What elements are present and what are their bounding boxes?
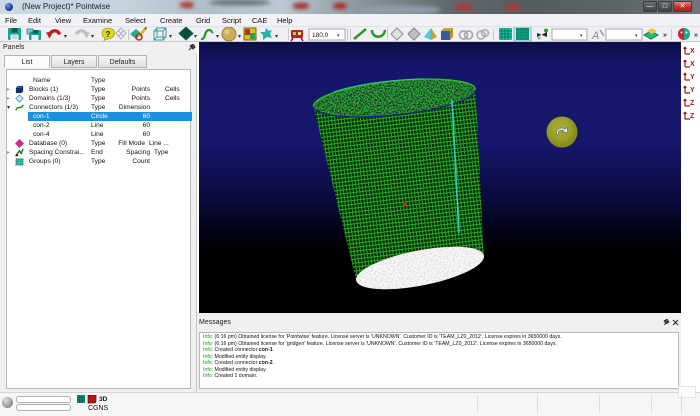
svg-text:▾: ▾ <box>169 34 172 40</box>
svg-text:Y: Y <box>690 87 695 94</box>
svg-text:180,0: 180,0 <box>312 32 329 39</box>
svg-text:»: » <box>663 32 667 39</box>
svg-text:A: A <box>591 30 599 42</box>
svg-text:▾: ▾ <box>216 34 219 40</box>
svg-text:▾: ▾ <box>91 34 94 40</box>
svg-text:▾: ▾ <box>275 34 278 40</box>
svg-text:Z: Z <box>690 113 695 120</box>
svg-text:▾: ▾ <box>64 34 67 40</box>
svg-text:▾: ▾ <box>238 34 241 40</box>
svg-text:Y: Y <box>690 74 695 81</box>
svg-text:?: ? <box>106 30 111 39</box>
svg-text:X: X <box>690 61 695 68</box>
svg-text:Z: Z <box>690 100 695 107</box>
svg-text:▾: ▾ <box>194 34 197 40</box>
svg-text:»: » <box>694 32 698 39</box>
svg-text:X: X <box>690 48 695 55</box>
